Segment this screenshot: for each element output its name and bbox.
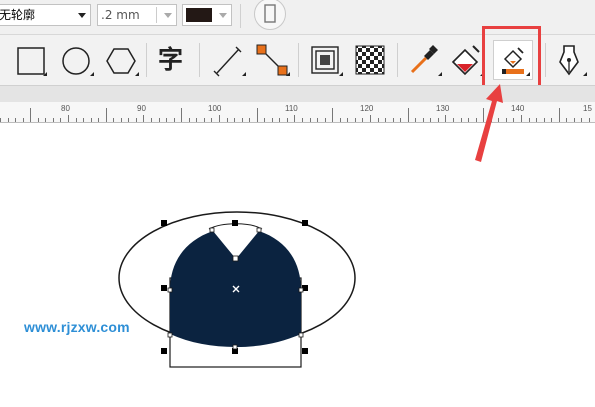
transparency-tool-button[interactable] [350, 40, 390, 80]
separator [146, 43, 147, 77]
ruler-label: 90 [137, 104, 146, 113]
contour-tool-button[interactable] [305, 40, 345, 80]
portrait-page-icon [264, 4, 276, 23]
checkerboard-icon [355, 45, 385, 75]
outline-width-value: .2 mm [101, 8, 140, 22]
page-orientation-button[interactable] [254, 0, 286, 30]
interactive-fill-tool-button[interactable] [446, 40, 486, 80]
hexagon-icon [106, 48, 139, 76]
drawing-content [118, 211, 356, 368]
ruler-label: 140 [511, 104, 525, 113]
dimension-tool-button[interactable] [208, 40, 248, 80]
contour-icon [311, 46, 343, 76]
outline-width-field[interactable]: .2 mm [97, 4, 177, 26]
ruler-label: 120 [360, 104, 374, 113]
pen-nib-icon [559, 45, 587, 76]
dimension-line-icon [213, 46, 246, 77]
chevron-down-icon [78, 13, 86, 18]
fill-bucket-icon [451, 45, 484, 76]
ellipse-icon [62, 47, 94, 76]
connector-icon [256, 44, 290, 76]
outline-color-picker[interactable] [182, 4, 232, 26]
separator [545, 43, 546, 77]
ruler-label: 80 [61, 104, 70, 113]
outline-style-dropdown[interactable]: 无轮廓 [0, 4, 91, 26]
horizontal-ruler[interactable]: 80 90 100 110 120 130 140 15 [0, 102, 595, 123]
polygon-tool-button[interactable] [101, 40, 141, 80]
chevron-down-icon [219, 13, 227, 18]
tool-highlight-box [482, 26, 541, 90]
ruler-label: 110 [285, 104, 298, 113]
chevron-down-icon[interactable] [163, 12, 173, 20]
connector-tool-button[interactable] [252, 40, 292, 80]
toolbar-dock-strip [0, 85, 595, 103]
pen-tool-button[interactable] [549, 40, 589, 80]
outline-width-spinner-box [156, 7, 157, 23]
rectangle-tool-button[interactable] [11, 40, 51, 80]
separator [199, 43, 200, 77]
ellipse-tool-button[interactable] [56, 40, 96, 80]
rectangle-icon [17, 47, 47, 76]
separator [298, 43, 299, 77]
ruler-label: 100 [208, 104, 222, 113]
text-tool-button[interactable]: 字 [153, 40, 193, 80]
text-icon: 字 [158, 45, 184, 74]
ruler-label: 15 [583, 104, 592, 113]
drawing-canvas[interactable] [0, 123, 595, 407]
eyedropper-icon [410, 45, 442, 76]
ruler-label: 130 [436, 104, 450, 113]
outline-style-label: 无轮廓 [0, 8, 36, 22]
watermark-text: www.rjzxw.com [24, 319, 130, 335]
outline-color-swatch [186, 8, 212, 22]
separator [397, 43, 398, 77]
eyedropper-tool-button[interactable] [404, 40, 444, 80]
separator [240, 4, 241, 28]
